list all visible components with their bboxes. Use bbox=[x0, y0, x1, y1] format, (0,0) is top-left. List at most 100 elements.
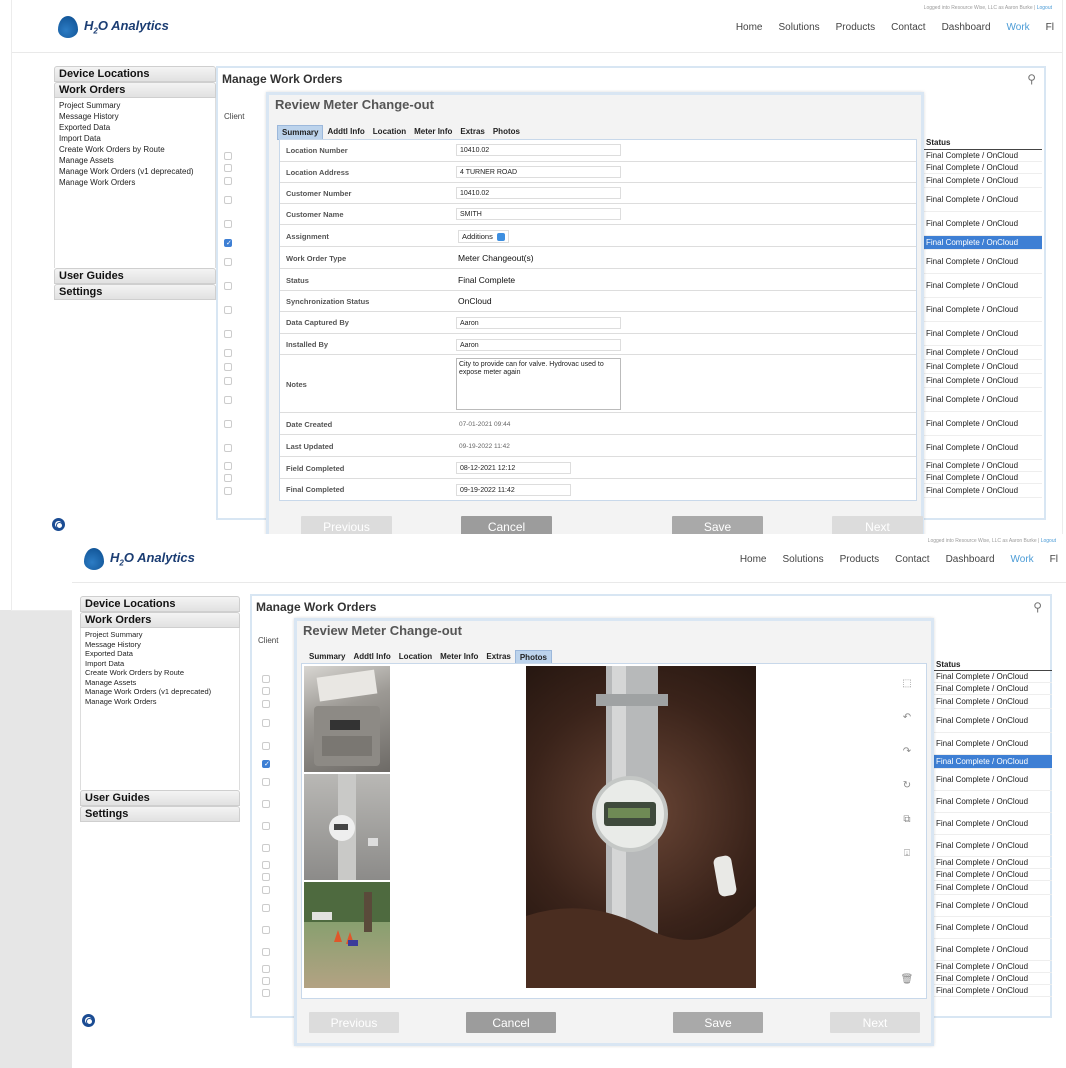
status-cell[interactable]: Final Complete / OnCloud bbox=[934, 813, 1052, 835]
status-cell[interactable]: Final Complete / OnCloud bbox=[924, 436, 1042, 460]
sidebar-item-import-data[interactable]: Import Data bbox=[85, 659, 235, 669]
tab-photos[interactable]: Photos bbox=[488, 125, 524, 140]
nav-contact[interactable]: Contact bbox=[895, 554, 929, 565]
row-checkbox[interactable] bbox=[224, 258, 232, 266]
row-checkbox[interactable] bbox=[262, 948, 270, 956]
logout-link[interactable]: Logout bbox=[1037, 5, 1052, 11]
status-cell[interactable]: Final Complete / OnCloud bbox=[924, 174, 1042, 188]
sidebar-user-guides[interactable]: User Guides bbox=[80, 790, 240, 806]
status-cell[interactable]: Final Complete / OnCloud bbox=[924, 484, 1042, 498]
status-cell[interactable]: Final Complete / OnCloud bbox=[934, 985, 1052, 997]
field-completed-input[interactable]: 08-12-2021 12:12 bbox=[456, 462, 571, 474]
status-cell[interactable]: Final Complete / OnCloud bbox=[924, 388, 1042, 412]
row-checkbox[interactable] bbox=[224, 239, 232, 247]
nav-dashboard[interactable]: Dashboard bbox=[942, 22, 991, 33]
final-completed-input[interactable]: 09-19-2022 11:42 bbox=[456, 484, 571, 496]
nav-home[interactable]: Home bbox=[740, 554, 767, 565]
status-header[interactable]: Status bbox=[934, 658, 1052, 671]
photo-thumbnail-2[interactable] bbox=[304, 774, 390, 880]
status-cell[interactable]: Final Complete / OnCloud bbox=[924, 236, 1042, 250]
row-checkbox[interactable] bbox=[224, 474, 232, 482]
tab-extras[interactable]: Extras bbox=[456, 125, 489, 140]
sidebar-user-guides[interactable]: User Guides bbox=[54, 268, 216, 284]
status-cell[interactable]: Final Complete / OnCloud bbox=[934, 917, 1052, 939]
status-cell[interactable]: Final Complete / OnCloud bbox=[934, 895, 1052, 917]
row-checkbox[interactable] bbox=[262, 886, 270, 894]
row-checkbox[interactable] bbox=[262, 719, 270, 727]
row-checkbox[interactable] bbox=[224, 349, 232, 357]
tab-addtl-info[interactable]: Addtl Info bbox=[323, 125, 369, 140]
sidebar-item-exported-data[interactable]: Exported Data bbox=[85, 649, 235, 659]
status-cell[interactable]: Final Complete / OnCloud bbox=[924, 360, 1042, 374]
captured-by-input[interactable]: Aaron bbox=[456, 317, 621, 329]
brand-logo[interactable]: H2O Analytics bbox=[84, 548, 195, 570]
status-cell[interactable]: Final Complete / OnCloud bbox=[934, 939, 1052, 961]
row-checkbox[interactable] bbox=[262, 861, 270, 869]
sidebar-settings[interactable]: Settings bbox=[54, 284, 216, 300]
status-cell[interactable]: Final Complete / OnCloud bbox=[934, 695, 1052, 709]
row-checkbox[interactable] bbox=[224, 377, 232, 385]
row-checkbox[interactable] bbox=[262, 700, 270, 708]
main-photo-view[interactable] bbox=[526, 666, 756, 988]
sidebar-item-manage-wo[interactable]: Manage Work Orders bbox=[85, 697, 235, 707]
sidebar-item-import-data[interactable]: Import Data bbox=[59, 133, 211, 144]
nav-contact[interactable]: Contact bbox=[891, 22, 925, 33]
cancel-button[interactable]: Cancel bbox=[466, 1012, 556, 1033]
status-cell[interactable]: Final Complete / OnCloud bbox=[924, 412, 1042, 436]
status-cell[interactable]: Final Complete / OnCloud bbox=[924, 346, 1042, 360]
row-checkbox[interactable] bbox=[262, 822, 270, 830]
row-checkbox[interactable] bbox=[262, 760, 270, 768]
status-cell[interactable]: Final Complete / OnCloud bbox=[934, 973, 1052, 985]
sidebar-item-create-by-route[interactable]: Create Work Orders by Route bbox=[59, 144, 211, 155]
sidebar-item-message-history[interactable]: Message History bbox=[59, 111, 211, 122]
status-cell[interactable]: Final Complete / OnCloud bbox=[934, 769, 1052, 791]
map-pin-icon[interactable]: ⚲ bbox=[1027, 72, 1036, 86]
undo-icon[interactable]: ↶ bbox=[900, 712, 914, 723]
sidebar-item-project-summary[interactable]: Project Summary bbox=[85, 630, 235, 640]
nav-home[interactable]: Home bbox=[736, 22, 763, 33]
nav-work[interactable]: Work bbox=[1011, 554, 1034, 565]
download-icon[interactable]: ⍗ bbox=[900, 848, 914, 859]
sidebar-device-locations[interactable]: Device Locations bbox=[80, 596, 240, 612]
status-cell[interactable]: Final Complete / OnCloud bbox=[924, 322, 1042, 346]
nav-fl[interactable]: Fl bbox=[1046, 22, 1054, 33]
status-header[interactable]: Status bbox=[924, 136, 1042, 150]
photo-thumbnail-3[interactable] bbox=[304, 882, 390, 988]
row-checkbox[interactable] bbox=[262, 675, 270, 683]
status-cell[interactable]: Final Complete / OnCloud bbox=[934, 733, 1052, 755]
status-cell[interactable]: Final Complete / OnCloud bbox=[924, 298, 1042, 322]
status-cell[interactable]: Final Complete / OnCloud bbox=[934, 755, 1052, 769]
status-cell[interactable]: Final Complete / OnCloud bbox=[934, 869, 1052, 881]
status-cell[interactable]: Final Complete / OnCloud bbox=[934, 671, 1052, 683]
logout-link[interactable]: Logout bbox=[1041, 538, 1056, 544]
previous-button[interactable]: Previous bbox=[309, 1012, 399, 1033]
sidebar-item-manage-wo-v1[interactable]: Manage Work Orders (v1 deprecated) bbox=[85, 687, 235, 697]
row-checkbox[interactable] bbox=[262, 989, 270, 997]
location-address-input[interactable]: 4 TURNER ROAD bbox=[456, 166, 621, 178]
nav-work[interactable]: Work bbox=[1007, 22, 1030, 33]
tab-summary[interactable]: Summary bbox=[277, 125, 324, 140]
row-checkbox[interactable] bbox=[224, 220, 232, 228]
installed-by-input[interactable]: Aaron bbox=[456, 339, 621, 351]
row-checkbox[interactable] bbox=[224, 152, 232, 160]
nav-solutions[interactable]: Solutions bbox=[783, 554, 824, 565]
nav-dashboard[interactable]: Dashboard bbox=[946, 554, 995, 565]
status-cell[interactable]: Final Complete / OnCloud bbox=[924, 188, 1042, 212]
save-button[interactable]: Save bbox=[673, 1012, 763, 1033]
trash-icon[interactable]: 🗑 bbox=[900, 974, 914, 985]
status-cell[interactable]: Final Complete / OnCloud bbox=[924, 162, 1042, 174]
help-lifebuoy-icon[interactable] bbox=[82, 1014, 95, 1027]
status-cell[interactable]: Final Complete / OnCloud bbox=[924, 150, 1042, 162]
next-button[interactable]: Next bbox=[830, 1012, 920, 1033]
row-checkbox[interactable] bbox=[224, 487, 232, 495]
status-cell[interactable]: Final Complete / OnCloud bbox=[934, 683, 1052, 695]
row-checkbox[interactable] bbox=[262, 926, 270, 934]
status-cell[interactable]: Final Complete / OnCloud bbox=[924, 460, 1042, 472]
row-checkbox[interactable] bbox=[262, 977, 270, 985]
row-checkbox[interactable] bbox=[224, 462, 232, 470]
open-external-icon[interactable]: ⧉ bbox=[900, 814, 914, 825]
status-cell[interactable]: Final Complete / OnCloud bbox=[934, 881, 1052, 895]
row-checkbox[interactable] bbox=[262, 844, 270, 852]
status-cell[interactable]: Final Complete / OnCloud bbox=[934, 709, 1052, 733]
sidebar-work-orders[interactable]: Work Orders bbox=[80, 612, 240, 628]
